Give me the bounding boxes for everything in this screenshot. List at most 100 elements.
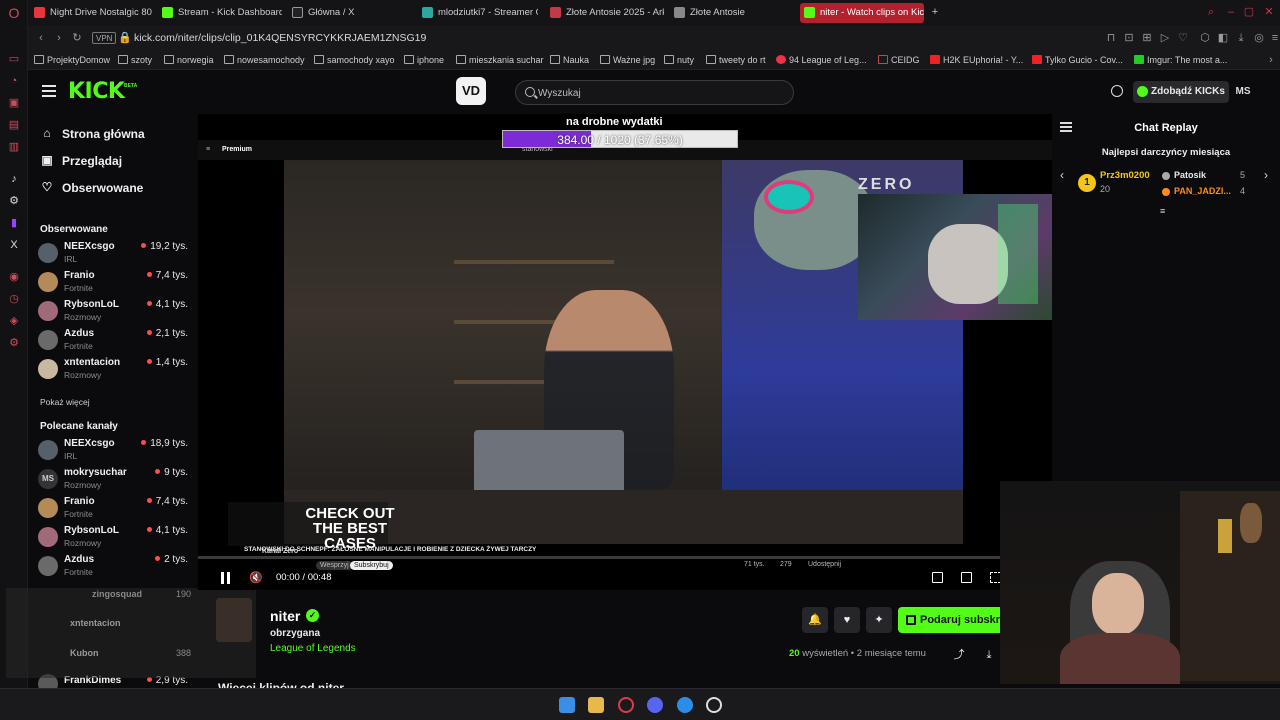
rail-messenger-icon[interactable]: ▤ — [7, 118, 21, 132]
tab-mlodziutki[interactable]: mlodziutki7 - Streamer O — [418, 3, 538, 23]
rail-bag-icon[interactable]: ▣ — [7, 96, 21, 110]
translate-icon[interactable]: ⊞ — [1140, 31, 1154, 45]
bookmark-folder[interactable]: Ważne jpg — [600, 53, 655, 67]
lock-icon[interactable]: 🔒 — [118, 31, 132, 45]
discord-icon[interactable] — [647, 697, 663, 713]
search-tabs-icon[interactable]: ⌕ — [1204, 5, 1218, 19]
windows-start-icon[interactable] — [559, 697, 575, 713]
recommended-channel[interactable]: MS mokrysuchar Rozmowy 9 tys. — [38, 466, 188, 493]
screenshot-icon[interactable]: ⊡ — [1122, 31, 1136, 45]
expand-gifters-icon[interactable]: ≡ — [1160, 206, 1165, 216]
muted-speaker-icon[interactable]: 🔇 — [249, 572, 263, 584]
followed-channel[interactable]: xntentacion Rozmowy 1,4 tys. — [38, 356, 188, 383]
rail-shop-icon[interactable]: ▭ — [7, 52, 21, 66]
minimize-icon[interactable]: – — [1224, 5, 1238, 19]
heart-bookmark-icon[interactable]: ♡ — [1176, 31, 1190, 45]
search-box[interactable] — [515, 80, 794, 105]
tab-niter-clips[interactable]: niter - Watch clips on Kick — [800, 3, 924, 23]
rail-settings-icon[interactable]: ⚙ — [7, 194, 21, 208]
rail-record-icon[interactable]: ◉ — [7, 270, 21, 284]
close-window-icon[interactable]: ✕ — [1262, 5, 1276, 19]
clip-sparkle-button[interactable]: ✦ — [866, 607, 892, 633]
rail-clock-icon[interactable]: ◷ — [7, 292, 21, 306]
kick-logo[interactable]: KICK — [68, 79, 125, 104]
extension-vd-icon[interactable]: VD — [456, 77, 486, 105]
file-explorer-icon[interactable] — [588, 697, 604, 713]
nav-following[interactable]: ♡ Obserwowane — [40, 178, 144, 198]
clip-category[interactable]: League of Legends — [270, 643, 356, 654]
gifters-prev-icon[interactable]: ‹ — [1060, 168, 1064, 182]
opera-taskbar-icon[interactable] — [618, 697, 634, 713]
notification-bell-button[interactable]: 🔔 — [802, 607, 828, 633]
download-icon[interactable]: ⤓ — [1234, 31, 1248, 45]
hamburger-menu-icon[interactable] — [42, 85, 56, 97]
show-more-link[interactable]: Pokaż więcej — [40, 397, 90, 407]
recommended-channel[interactable]: RybsonLoL Rozmowy 4,1 tys. — [38, 524, 188, 551]
player-icon[interactable]: ▷ — [1158, 31, 1172, 45]
rail-twitch-icon[interactable]: ▮ — [7, 216, 21, 230]
nav-browse[interactable]: ▣ Przeglądaj — [40, 151, 122, 171]
tab-kick-dashboard[interactable]: Stream - Kick Dashboard — [158, 3, 282, 23]
forward-icon[interactable]: › — [52, 31, 66, 45]
bookmark-link[interactable]: CEIDG — [878, 53, 920, 67]
share-icon[interactable]: ⤴ — [946, 642, 972, 668]
followed-channel[interactable]: Azdus Fortnite 2,1 tys. — [38, 327, 188, 354]
gift-subs-button[interactable]: Podaruj subskrypcje — [898, 607, 1008, 633]
rail-mail-icon[interactable]: ▥ — [7, 140, 21, 154]
recommended-channel[interactable]: Azdus Fortnite 2 tys. — [38, 553, 188, 580]
rail-aria-icon[interactable]: ◔ — [7, 74, 21, 88]
player-progress-bar[interactable] — [198, 556, 1000, 559]
tab-zlote-antosie-2025[interactable]: Złote Antosie 2025 - Arku — [546, 3, 664, 23]
bookmark-folder[interactable]: nuty — [664, 53, 694, 67]
user-avatar[interactable]: MS — [1231, 81, 1255, 103]
bookmark-folder[interactable]: szoty — [118, 53, 152, 67]
followed-channel[interactable]: Franio Fortnite 7,4 tys. — [38, 269, 188, 296]
clip-player[interactable]: ≡ Premium stanowski na drobne wydatki 38… — [198, 114, 1052, 590]
gifters-next-icon[interactable]: › — [1264, 168, 1268, 182]
followed-channel[interactable]: NEEXcsgo IRL 19,2 tys. — [38, 240, 188, 267]
tab-x-home[interactable]: Główna / X — [288, 3, 412, 23]
rail-shield-icon[interactable]: ◈ — [7, 314, 21, 328]
bookmark-link[interactable]: 94 League of Leg... — [776, 53, 867, 67]
bookmark-pin-icon[interactable]: ⊓ — [1104, 31, 1118, 45]
get-kicks-button[interactable]: Zdobądź KICKs — [1133, 81, 1229, 103]
follow-heart-button[interactable]: ♥ — [834, 607, 860, 633]
theater-mode-icon[interactable] — [961, 572, 972, 583]
bookmark-folder[interactable]: iphone — [404, 53, 444, 67]
tab-zlote-antosie[interactable]: Złote Antosie — [670, 3, 788, 23]
back-icon[interactable]: ‹ — [34, 31, 48, 45]
bookmark-link[interactable]: Imgur: The most a... — [1134, 53, 1227, 67]
bookmark-folder[interactable]: norwegia — [164, 53, 214, 67]
bookmark-folder[interactable]: mieszkania suchar — [456, 53, 544, 67]
bookmark-folder[interactable]: tweety do rt — [706, 53, 766, 67]
rail-gear-icon[interactable]: ⚙ — [7, 336, 21, 350]
extensions-icon[interactable]: ⬡ — [1198, 31, 1212, 45]
bookmark-folder[interactable]: Nauka — [550, 53, 589, 67]
search-input[interactable] — [538, 85, 778, 101]
recommended-channel[interactable]: NEEXcsgo IRL 18,9 tys. — [38, 437, 188, 464]
rail-x-icon[interactable]: X — [7, 238, 21, 252]
wallet-icon[interactable]: ◧ — [1216, 31, 1230, 45]
tab-night-drive[interactable]: Night Drive Nostalgic 80s — [30, 3, 152, 23]
bookmark-folder[interactable]: nowesamochody — [224, 53, 305, 67]
nav-home[interactable]: ⌂ Strona główna — [40, 124, 144, 144]
bookmark-folder[interactable]: ProjektyDomow — [34, 53, 110, 67]
vpn-badge[interactable]: VPN — [92, 32, 117, 44]
url-field[interactable]: kick.com/niter/clips/clip_01K4QENSYRCYKK… — [134, 30, 426, 46]
bookmark-link[interactable]: H2K EUphoria! - Y... — [930, 53, 1023, 67]
pause-button[interactable] — [220, 572, 232, 584]
profile-icon[interactable]: ◎ — [1252, 31, 1266, 45]
maximize-icon[interactable]: ▢ — [1242, 5, 1256, 19]
streamer-name[interactable]: niter — [270, 608, 300, 624]
kicks-refresh-icon[interactable] — [1111, 85, 1123, 97]
rail-tiktok-icon[interactable]: ♪ — [7, 172, 21, 186]
pip-icon[interactable] — [932, 572, 943, 583]
download-clip-icon[interactable]: ⤓ — [976, 642, 1002, 668]
bookmark-folder[interactable]: samochody xayo — [314, 53, 395, 67]
bookmark-link[interactable]: Tylko Gucio - Cov... — [1032, 53, 1123, 67]
reload-icon[interactable]: ↻ — [70, 31, 84, 45]
menu-icon[interactable]: ≡ — [1268, 31, 1280, 45]
followed-channel[interactable]: RybsonLoL Rozmowy 4,1 tys. — [38, 298, 188, 325]
new-tab-icon[interactable]: + — [928, 5, 942, 19]
messenger-icon[interactable] — [677, 697, 693, 713]
